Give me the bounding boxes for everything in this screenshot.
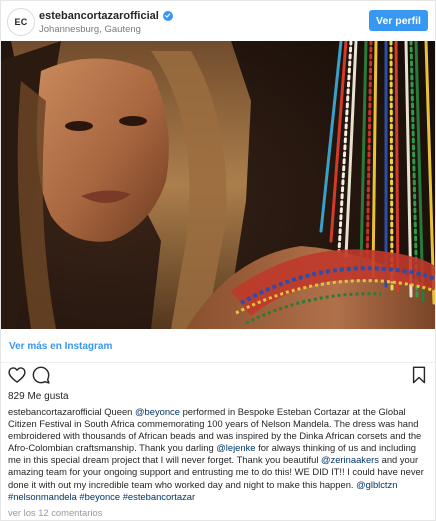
likes-count[interactable]: 829 Me gusta xyxy=(8,391,69,402)
username-link[interactable]: estebancortazarofficial xyxy=(39,10,159,22)
user-block: estebancortazarofficial Johannesburg, Ga… xyxy=(39,9,173,35)
location-link[interactable]: Johannesburg, Gauteng xyxy=(39,24,173,35)
comment-icon[interactable] xyxy=(31,365,51,385)
mention-link[interactable]: @beyonce xyxy=(135,406,180,417)
post-photo[interactable] xyxy=(1,41,435,329)
mention-link[interactable]: @lejenke xyxy=(216,442,255,453)
username-row: estebancortazarofficial xyxy=(39,9,173,22)
avatar[interactable]: EC xyxy=(7,8,35,36)
hashtag-link[interactable]: #beyonce xyxy=(79,491,120,502)
view-more-on-instagram[interactable]: Ver más en Instagram xyxy=(1,331,435,363)
instagram-embed-card: EC estebancortazarofficial Johannesburg,… xyxy=(0,0,436,521)
mention-link[interactable]: @glblctzn xyxy=(356,479,397,490)
action-bar xyxy=(1,365,435,387)
bookmark-icon[interactable] xyxy=(409,365,429,385)
hashtag-link[interactable]: #nelsonmandela xyxy=(8,491,77,502)
avatar-initials: EC xyxy=(14,17,28,27)
post-photo-art xyxy=(1,41,435,329)
view-profile-button[interactable]: Ver perfil xyxy=(369,10,428,31)
caption-text: Queen xyxy=(101,406,135,417)
post-caption: estebancortazarofficial Queen @beyonce p… xyxy=(8,406,428,503)
heart-icon[interactable] xyxy=(7,365,27,385)
post-header: EC estebancortazarofficial Johannesburg,… xyxy=(1,1,435,41)
view-comments-link[interactable]: ver los 12 comentarios xyxy=(8,507,102,518)
view-more-link[interactable]: Ver más en Instagram xyxy=(9,341,112,352)
verified-badge-icon xyxy=(162,10,173,21)
hashtag-link[interactable]: #estebancortazar xyxy=(123,491,195,502)
mention-link[interactable]: @zerinaakers xyxy=(321,454,379,465)
caption-username[interactable]: estebancortazarofficial xyxy=(8,406,102,417)
